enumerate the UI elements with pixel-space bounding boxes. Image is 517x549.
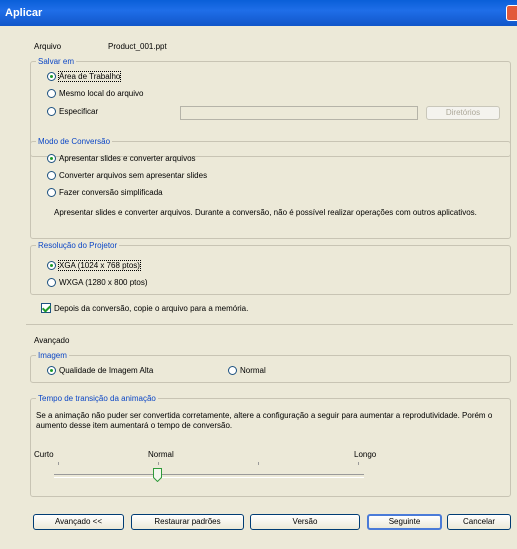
advanced-label: Avançado — [34, 336, 70, 345]
resolution-wxga-label[interactable]: WXGA (1280 x 800 ptos) — [59, 278, 148, 287]
browse-directories-button[interactable]: Diretórios — [426, 106, 500, 120]
slider-tick — [58, 462, 59, 465]
save-specify-label[interactable]: Especificar — [59, 107, 98, 116]
mode-simplified-radio[interactable] — [47, 188, 56, 197]
mode-present-convert-label[interactable]: Apresentar slides e converter arquivos — [59, 154, 196, 163]
transition-legend: Tempo de transição da animação — [36, 394, 158, 403]
save-in-legend: Salvar em — [36, 57, 77, 66]
save-same-location-radio[interactable] — [47, 89, 56, 98]
dialog-body: Arquivo Product_001.ppt Salvar em Área d… — [0, 26, 517, 549]
resolution-xga-label[interactable]: XGA (1024 x 768 ptos) — [58, 260, 141, 271]
transition-description: Se a animação não puder ser convertida c… — [36, 411, 493, 430]
transition-slider-thumb[interactable] — [153, 468, 162, 482]
image-high-quality-label[interactable]: Qualidade de Imagem Alta — [59, 366, 153, 375]
mode-present-convert-radio[interactable] — [47, 154, 56, 163]
resolution-xga-radio[interactable] — [47, 261, 56, 270]
save-specify-radio[interactable] — [47, 107, 56, 116]
file-label: Arquivo — [34, 42, 62, 51]
image-high-quality-radio[interactable] — [47, 366, 56, 375]
copy-to-memory-checkbox[interactable] — [41, 303, 51, 313]
next-button[interactable]: Seguinte — [367, 514, 442, 530]
path-input[interactable] — [180, 106, 418, 120]
slider-tick — [158, 462, 159, 465]
mode-convert-only-radio[interactable] — [47, 171, 56, 180]
image-normal-label[interactable]: Normal — [240, 366, 266, 375]
restore-defaults-button[interactable]: Restaurar padrões — [131, 514, 244, 530]
transition-slider-track[interactable] — [54, 474, 364, 478]
image-normal-radio[interactable] — [228, 366, 237, 375]
resolution-legend: Resolução do Projetor — [36, 241, 120, 250]
mode-convert-only-label[interactable]: Converter arquivos sem apresentar slides — [59, 171, 207, 180]
file-name: Product_001.ppt — [108, 42, 167, 51]
cancel-button[interactable]: Cancelar — [447, 514, 511, 530]
save-same-location-label[interactable]: Mesmo local do arquivo — [59, 89, 143, 98]
conversion-mode-legend: Modo de Conversão — [36, 137, 113, 146]
close-icon[interactable] — [506, 5, 517, 21]
advanced-separator — [26, 324, 513, 325]
advanced-toggle-button[interactable]: Avançado << — [33, 514, 124, 530]
conversion-mode-description: Apresentar slides e converter arquivos. … — [54, 208, 477, 217]
save-desktop-label[interactable]: Área de Trabalho — [57, 71, 122, 82]
window-title: Aplicar — [5, 7, 43, 19]
slider-tick — [258, 462, 259, 465]
slider-label-short: Curto — [34, 450, 54, 459]
resolution-group: Resolução do Projetor — [30, 241, 511, 295]
slider-label-long: Longo — [354, 450, 377, 459]
slider-tick — [358, 462, 359, 465]
copy-to-memory-label[interactable]: Depois da conversão, copie o arquivo par… — [54, 304, 248, 313]
title-bar: Aplicar — [0, 0, 517, 26]
resolution-wxga-radio[interactable] — [47, 278, 56, 287]
save-desktop-radio[interactable] — [47, 72, 56, 81]
slider-label-normal: Normal — [148, 450, 174, 459]
image-legend: Imagem — [36, 351, 69, 360]
mode-simplified-label[interactable]: Fazer conversão simplificada — [59, 188, 163, 197]
version-button[interactable]: Versão — [250, 514, 360, 530]
